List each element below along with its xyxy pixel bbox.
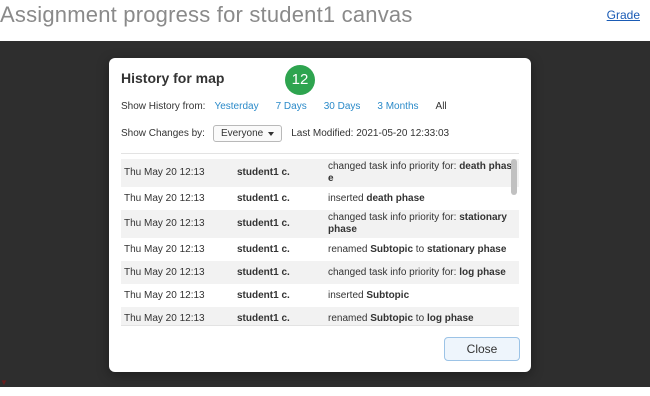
modal-title: History for map [121,70,225,86]
history-row: Thu May 20 12:13 student1 c. changed task … [121,210,519,238]
history-target-new: log phase [426,312,474,324]
history-action: inserted [328,289,367,301]
history-action-connector: to [413,243,427,255]
history-description: renamed Subtopic to log phase [328,313,512,325]
history-target: Subtopic [366,289,410,301]
history-description: renamed Subtopic to stationary phase [328,244,512,256]
history-filter-row: Show History from: Yesterday 7 Days 30 D… [121,101,464,112]
history-date: Thu May 20 12:13 [124,167,205,178]
history-row: Thu May 20 12:13 student1 c. inserted Subt… [121,284,519,307]
history-date: Thu May 20 12:13 [124,289,205,301]
history-description: changed task info priority for: log phas… [328,267,512,279]
grade-link[interactable]: Grade [607,8,640,22]
history-row: Thu May 20 12:13 student1 c. renamed Subto… [121,307,519,325]
history-option-3-months[interactable]: 3 Months [377,101,418,112]
history-date: Thu May 20 12:13 [124,243,205,255]
divider [121,153,519,154]
history-target: log phase [459,266,506,278]
history-option-30-days[interactable]: 30 Days [324,101,361,112]
history-scrollbar[interactable] [511,159,517,325]
bottom-strip [0,387,650,396]
history-target-new: stationary phase [426,243,507,255]
history-action: renamed [328,312,371,324]
history-user: student1 c. [237,167,290,178]
history-description: changed task info priority for: stationa… [328,212,512,236]
history-date: Thu May 20 12:13 [124,312,205,324]
scrollbar-thumb[interactable] [511,159,517,195]
history-action-connector: to [413,312,427,324]
history-date: Thu May 20 12:13 [124,218,205,229]
changes-filter-row: Show Changes by: Everyone Last Modified:… [121,125,449,142]
history-action: changed task info priority for: [328,212,460,223]
count-badge: 12 [285,65,315,95]
page-title: Assignment progress for student1 canvas [0,2,413,27]
history-row: Thu May 20 12:13 student1 c. inserted deat… [121,187,519,210]
history-row: Thu May 20 12:13 student1 c. changed task … [121,261,519,284]
show-changes-label: Show Changes by: [121,128,205,139]
history-action: renamed [328,243,371,255]
changes-by-value: Everyone [220,128,264,139]
history-row: Thu May 20 12:13 student1 c. renamed Subto… [121,238,519,261]
history-description: changed task info priority for: death ph… [328,161,512,185]
history-date: Thu May 20 12:13 [124,266,205,278]
history-row: Thu May 20 12:13 student1 c. changed task … [121,159,519,187]
history-option-yesterday[interactable]: Yesterday [214,101,258,112]
history-list[interactable]: Thu May 20 12:13 student1 c. changed task … [121,159,519,326]
history-action: changed task info priority for: [328,266,460,278]
history-target: Subtopic [370,243,414,255]
last-modified: Last Modified: 2021-05-20 12:33:03 [291,128,450,139]
history-user: student1 c. [237,312,290,324]
close-button[interactable]: Close [444,337,520,361]
history-action: changed task info priority for: [328,161,460,172]
history-description: inserted death phase [328,193,512,205]
history-modal: History for map 12 Show History from: Ye… [109,58,531,372]
changes-by-dropdown[interactable]: Everyone [212,125,283,142]
history-description: inserted Subtopic [328,290,512,302]
history-user: student1 c. [237,218,290,229]
history-user: student1 c. [237,243,290,255]
history-option-7-days[interactable]: 7 Days [276,101,307,112]
history-target: Subtopic [370,312,414,324]
show-history-label: Show History from: [121,101,206,112]
history-action: inserted [328,192,367,204]
history-user: student1 c. [237,192,290,204]
history-user: student1 c. [237,289,290,301]
backdrop-arrow-icon: ▼ [0,378,8,387]
history-date: Thu May 20 12:13 [124,192,205,204]
history-target: death phase [366,192,425,204]
history-user: student1 c. [237,266,290,278]
history-option-all[interactable]: All [436,101,447,112]
caret-down-icon [268,131,275,136]
